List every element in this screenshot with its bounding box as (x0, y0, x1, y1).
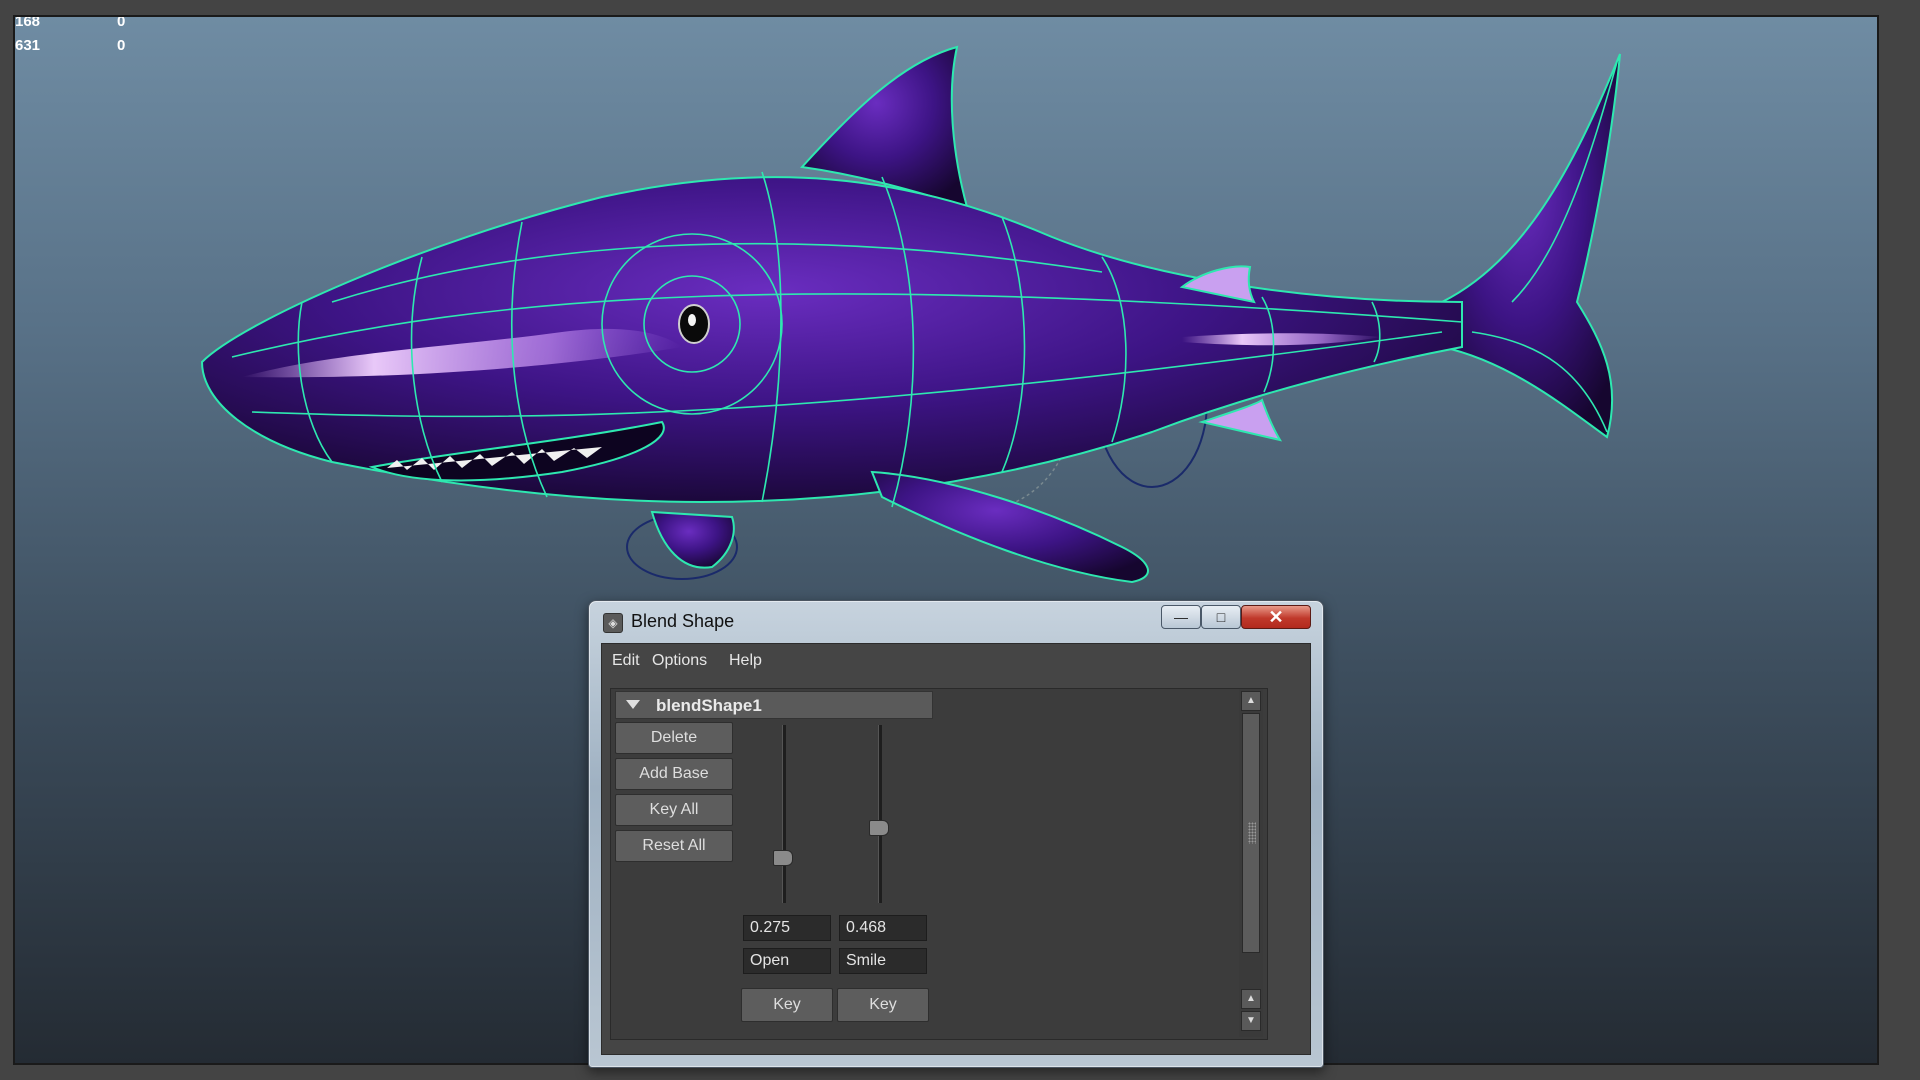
eye-highlight (688, 314, 696, 326)
scroll-up-arrow-icon[interactable]: ▲ (1241, 691, 1261, 711)
target-name-field[interactable]: Smile (839, 948, 927, 974)
node-name: blendShape1 (656, 696, 762, 715)
weight-slider-track[interactable] (782, 725, 786, 903)
menu-bar: Edit Options Help (602, 644, 1310, 680)
maya-app: 168 0 631 0 ◈ Blend Shape — □ ✕ Edit Opt… (0, 0, 1920, 1080)
key-button[interactable]: Key (741, 988, 833, 1022)
key-button[interactable]: Key (837, 988, 929, 1022)
weight-slider-handle[interactable] (773, 850, 793, 866)
title-bar[interactable]: ◈ Blend Shape — □ ✕ (589, 601, 1323, 641)
target-name-field[interactable]: Open (743, 948, 831, 974)
weight-slider-track[interactable] (878, 725, 882, 903)
menu-options[interactable]: Options (652, 652, 707, 670)
weight-field[interactable]: 0.468 (839, 915, 927, 941)
menu-edit[interactable]: Edit (612, 652, 640, 670)
pelvic-fin (650, 510, 735, 569)
grip-icon (1248, 822, 1256, 844)
maximize-button[interactable]: □ (1201, 605, 1241, 629)
node-header[interactable]: blendShape1 (615, 691, 933, 719)
reset-all-button[interactable]: Reset All (615, 830, 733, 862)
blend-shape-window[interactable]: ◈ Blend Shape — □ ✕ Edit Options Help bl… (588, 600, 1324, 1068)
window-client-area: Edit Options Help blendShape1 Delete Add… (601, 643, 1311, 1055)
vertical-scrollbar[interactable]: ▲ ▲ ▼ (1239, 689, 1263, 1037)
scroll-down-arrow-icon[interactable]: ▼ (1241, 1011, 1261, 1031)
minimize-button[interactable]: — (1161, 605, 1201, 629)
menu-help[interactable]: Help (729, 652, 762, 670)
collapse-triangle-icon[interactable] (626, 700, 640, 709)
add-base-button[interactable]: Add Base (615, 758, 733, 790)
blend-shape-panel: blendShape1 Delete Add Base Key All Rese… (610, 688, 1268, 1040)
shark-tail (1441, 53, 1621, 439)
scroll-up-arrow-icon[interactable]: ▲ (1241, 989, 1261, 1009)
delete-button[interactable]: Delete (615, 722, 733, 754)
key-all-button[interactable]: Key All (615, 794, 733, 826)
window-title: Blend Shape (631, 611, 735, 631)
pectoral-fin (870, 470, 1149, 584)
maya-app-icon: ◈ (603, 613, 623, 633)
scroll-thumb[interactable] (1242, 713, 1260, 953)
weight-slider-handle[interactable] (869, 820, 889, 836)
weight-field[interactable]: 0.275 (743, 915, 831, 941)
close-button[interactable]: ✕ (1241, 605, 1311, 629)
